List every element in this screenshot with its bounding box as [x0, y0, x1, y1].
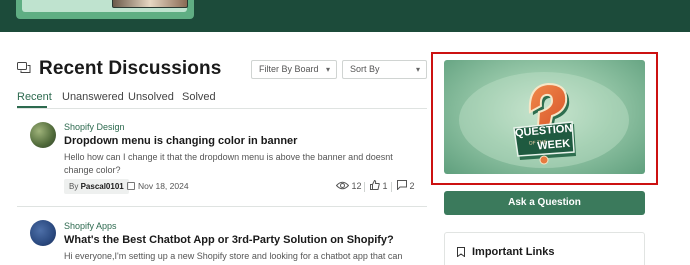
post-board-link[interactable]: Shopify Design: [64, 122, 125, 132]
filter-board-label: Filter By Board: [259, 64, 319, 74]
post-excerpt-line: Hello how can I change it that the dropd…: [64, 152, 393, 175]
question-mark-illustration: QUESTION OF THE WEEK: [459, 72, 629, 168]
author-prefix: By: [69, 182, 79, 191]
discussion-icon: [17, 62, 31, 73]
ask-a-question-button[interactable]: Ask a Question: [444, 191, 645, 215]
post-date-text: Nov 18, 2024: [138, 181, 189, 191]
post-title-link[interactable]: Dropdown menu is changing color in banne…: [64, 135, 297, 147]
post-title-link[interactable]: What's the Best Chatbot App or 3rd-Party…: [64, 234, 394, 246]
views-stat: 12: [335, 179, 362, 194]
calendar-icon: [127, 182, 135, 190]
page-title: Recent Discussions: [39, 58, 222, 79]
chevron-down-icon: ▾: [325, 65, 330, 74]
filter-board-select[interactable]: Filter By Board ▾: [251, 60, 337, 79]
important-links-title: Important Links: [472, 246, 555, 258]
stat-divider: [364, 182, 365, 192]
tabs-divider: [17, 108, 427, 109]
post-author-badge[interactable]: By Pascal0101: [64, 179, 129, 194]
avatar[interactable]: [30, 122, 56, 148]
replies-stat: 2: [397, 179, 415, 194]
likes-count: 1: [382, 181, 388, 191]
chevron-down-icon: ▾: [415, 65, 420, 74]
post-excerpt: Hi everyone,I'm setting up a new Shopify…: [64, 250, 414, 265]
avatar[interactable]: [30, 220, 56, 246]
post-divider: [17, 206, 427, 207]
post-date: Nov 18, 2024: [127, 179, 189, 194]
page: Recent Discussions Filter By Board ▾ Sor…: [0, 0, 690, 265]
thumbs-up-icon: [370, 179, 380, 190]
tab-unanswered[interactable]: Unanswered: [62, 91, 124, 103]
comment-icon: [397, 180, 407, 191]
tab-recent[interactable]: Recent: [17, 91, 52, 103]
sort-by-select[interactable]: Sort By ▾: [342, 60, 427, 79]
stat-divider: [391, 182, 392, 192]
eye-icon: [335, 181, 350, 190]
top-banner: [0, 0, 690, 32]
banner-photo: [112, 0, 188, 8]
tab-unsolved[interactable]: Unsolved: [128, 91, 174, 103]
post-board-link[interactable]: Shopify Apps: [64, 221, 117, 231]
replies-count: 2: [409, 181, 415, 191]
likes-stat[interactable]: 1: [370, 179, 388, 194]
tab-solved[interactable]: Solved: [182, 91, 216, 103]
sort-by-label: Sort By: [350, 64, 380, 74]
post-excerpt-line: Hi everyone,I'm setting up a new Shopify…: [64, 251, 403, 265]
views-count: 12: [351, 181, 362, 191]
bookmark-icon: [457, 247, 465, 257]
question-of-the-week-image[interactable]: QUESTION OF THE WEEK: [444, 60, 645, 174]
author-name: Pascal0101: [80, 182, 124, 191]
